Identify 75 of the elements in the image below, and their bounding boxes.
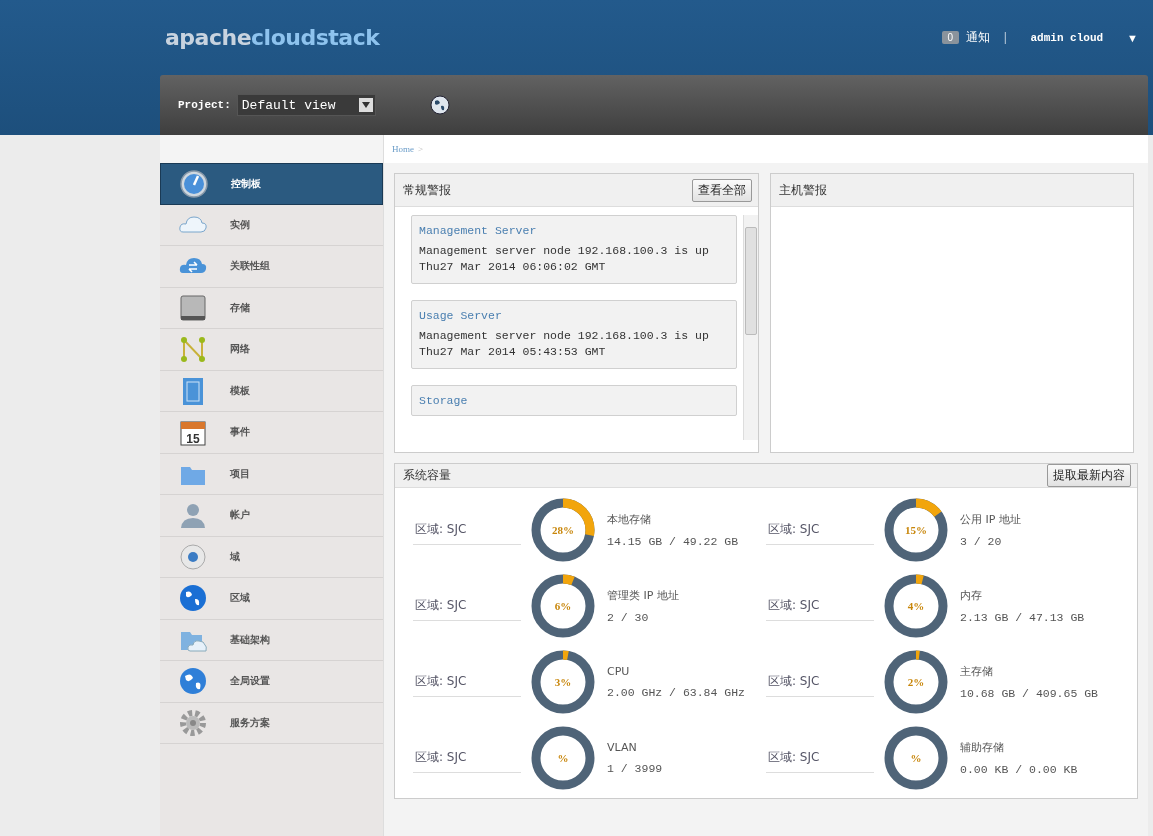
- sidebar-item[interactable]: 模板: [160, 370, 383, 412]
- nav-icon: [178, 707, 208, 738]
- capacity-name: 本地存储: [607, 512, 652, 527]
- sidebar-item[interactable]: 全局设置: [160, 661, 383, 703]
- alert-title: Usage Server: [419, 309, 503, 322]
- capacity-usage: 10.68 GB / 409.65 GB: [960, 687, 1099, 700]
- capacity-name: VLAN: [607, 741, 638, 754]
- view-all-button[interactable]: 查看全部: [692, 178, 752, 202]
- capacity-name: 内存: [960, 588, 983, 603]
- notification-count: 0: [941, 31, 960, 44]
- capacity-name: 管理类 IP 地址: [607, 588, 679, 603]
- sidebar-item[interactable]: 帐户: [160, 495, 383, 537]
- refresh-button[interactable]: 提取最新内容: [1047, 464, 1131, 487]
- alert-title: Storage: [419, 394, 469, 407]
- capacity-name: 主存储: [960, 664, 994, 679]
- alert-message: Management server node 192.168.100.3 is up Thu27 Mar 2014 06:06:02 GMT: [419, 243, 710, 275]
- project-select[interactable]: Default view: [236, 94, 377, 116]
- nav-icon: [178, 583, 208, 614]
- capacity-usage: 1 / 3999: [607, 762, 663, 775]
- sidebar-item[interactable]: 区域: [160, 578, 383, 620]
- alert-title: Management Server: [419, 224, 538, 237]
- panel-title: 系统容量: [403, 467, 451, 484]
- zone-label: 区域: SJC: [766, 667, 874, 697]
- separator: |: [1004, 30, 1007, 45]
- donut-gauge: 3%: [531, 650, 595, 714]
- sidebar-item[interactable]: 项目: [160, 453, 383, 495]
- alert-message: Management server node 192.168.100.3 is up Thu27 Mar 2014 05:43:53 GMT: [419, 328, 710, 360]
- user-name[interactable]: admin cloud: [1030, 31, 1104, 44]
- sidebar-item[interactable]: 服务方案: [160, 702, 383, 744]
- zone-label: 区域: SJC: [413, 515, 521, 545]
- breadcrumb-separator: >: [418, 144, 424, 154]
- logo: apachecloudstack: [165, 25, 380, 50]
- sidebar-item[interactable]: 实例: [160, 204, 383, 246]
- donut-gauge: 6%: [531, 574, 595, 638]
- panel-title: 主机警报: [779, 181, 827, 199]
- capacity-usage: 2 / 30: [607, 611, 650, 624]
- zone-label: 区域: SJC: [766, 591, 874, 621]
- nav-icon: [178, 666, 208, 697]
- zone-label: 区域: SJC: [413, 667, 521, 697]
- zone-label: 区域: SJC: [413, 591, 521, 621]
- nav-icon: [179, 168, 209, 199]
- sidebar-item[interactable]: 域: [160, 536, 383, 578]
- donut-gauge: %: [884, 726, 948, 790]
- capacity-name: CPU: [607, 665, 631, 678]
- nav-icon: [178, 292, 208, 323]
- notifications-link[interactable]: 通知: [966, 29, 991, 46]
- zone-label: 区域: SJC: [766, 515, 874, 545]
- zone-label: 区域: SJC: [766, 743, 874, 773]
- capacity-usage: 14.15 GB / 49.22 GB: [607, 535, 739, 548]
- donut-gauge: 4%: [884, 574, 948, 638]
- capacity-usage: 0.00 KB / 0.00 KB: [960, 763, 1078, 776]
- sidebar-item[interactable]: 15 事件: [160, 412, 383, 454]
- sidebar-item[interactable]: 存储: [160, 287, 383, 329]
- capacity-usage: 3 / 20: [960, 535, 1003, 548]
- sidebar-item[interactable]: 关联性组: [160, 246, 383, 288]
- caret-icon: [362, 102, 371, 108]
- donut-gauge: 2%: [884, 650, 948, 714]
- nav-icon: [178, 541, 208, 572]
- sidebar-item[interactable]: 控制板: [160, 163, 383, 205]
- sidebar-item[interactable]: 基础架构: [160, 619, 383, 661]
- capacity-name: 辅助存储: [960, 740, 1005, 755]
- capacity-usage: 2.13 GB / 47.13 GB: [960, 611, 1085, 624]
- donut-gauge: %: [531, 726, 595, 790]
- zone-label: 区域: SJC: [413, 743, 521, 773]
- sidebar-item[interactable]: 网络: [160, 329, 383, 371]
- scrollbar[interactable]: [743, 215, 758, 440]
- capacity-name: 公用 IP 地址: [960, 512, 1021, 527]
- nav-icon: [178, 334, 208, 365]
- globe-icon[interactable]: [430, 95, 451, 115]
- project-label: Project:: [178, 99, 231, 111]
- user-menu-caret[interactable]: ▼: [1127, 31, 1138, 44]
- panel-title: 常规警报: [403, 181, 451, 199]
- donut-gauge: 15%: [884, 498, 948, 562]
- capacity-usage: 2.00 GHz / 63.84 GHz: [607, 686, 746, 699]
- donut-gauge: 28%: [531, 498, 595, 562]
